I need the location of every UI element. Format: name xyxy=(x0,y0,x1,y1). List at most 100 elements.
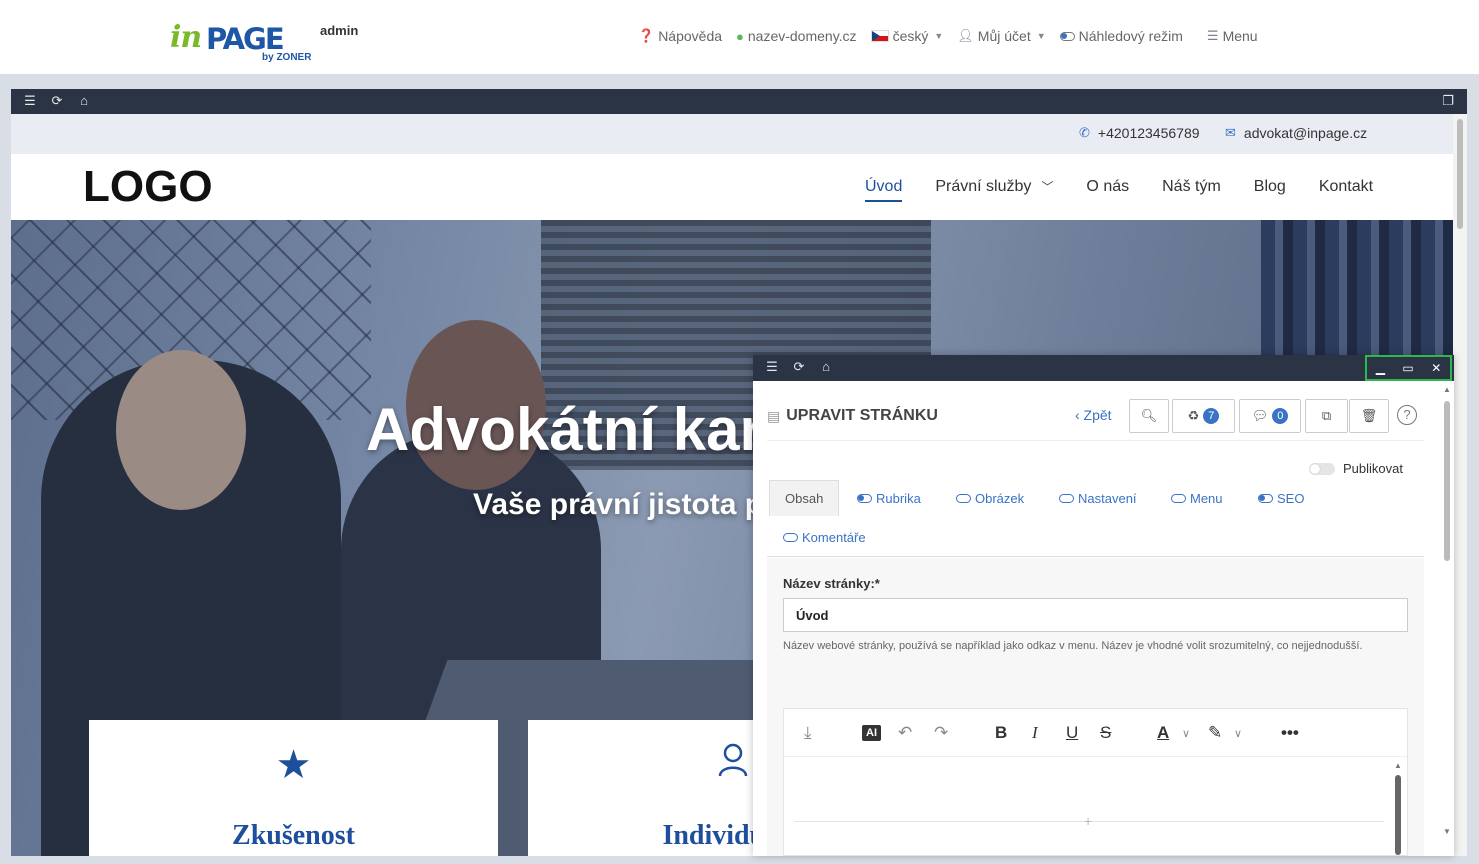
download-icon[interactable]: ⤓ xyxy=(804,723,812,743)
underline-icon[interactable]: U xyxy=(1066,723,1078,743)
redo-icon[interactable]: ↷ xyxy=(934,723,948,743)
rte-toolbar: ⤓ AI ↶ ↷ B I U S A ∨ ✎ ∨ ••• xyxy=(784,709,1407,757)
nav-item-blog[interactable]: Blog xyxy=(1254,178,1286,202)
tab-komentare[interactable]: Komentáře xyxy=(783,530,866,545)
site-header: LOGO Úvod Právní služby ﹀ O nás Náš tým B… xyxy=(11,154,1453,220)
help-label: Nápověda xyxy=(658,28,723,44)
page-name-input[interactable] xyxy=(783,598,1408,632)
comments-icon: 💬︎ xyxy=(1251,408,1269,423)
chevron-down-icon[interactable]: ∨ xyxy=(1234,727,1242,740)
tab-obrazek[interactable]: Obrázek xyxy=(956,491,1024,506)
bars-icon[interactable]: ☰ xyxy=(763,359,781,375)
scrollbar-thumb[interactable] xyxy=(1444,401,1450,561)
email-address: advokat@inpage.cz xyxy=(1243,125,1368,141)
minimize-icon[interactable]: ▁ xyxy=(1376,361,1385,375)
scroll-up-icon[interactable]: ▲ xyxy=(1394,761,1402,770)
maximize-icon[interactable]: ▭ xyxy=(1402,361,1413,375)
highlighter-icon[interactable]: ✎ xyxy=(1208,723,1222,743)
account-dropdown[interactable]: 👤︎ Můj účet ▼ xyxy=(957,28,1045,44)
plus-icon[interactable]: + xyxy=(1084,813,1092,829)
site-logo[interactable]: LOGO xyxy=(83,162,213,212)
font-color-icon[interactable]: A xyxy=(1157,723,1169,743)
recycle-button[interactable]: ♻ 7 xyxy=(1172,399,1235,433)
tab-label: Komentáře xyxy=(802,530,866,545)
search-button[interactable]: 🔍︎ xyxy=(1129,399,1169,433)
nav-item-kontakt[interactable]: Kontakt xyxy=(1319,178,1373,202)
undo-icon[interactable]: ↶ xyxy=(898,723,912,743)
scroll-up-icon[interactable]: ▲ xyxy=(1443,385,1451,394)
editor-scrollbar[interactable]: ▲ ▼ xyxy=(1440,381,1454,856)
tab-label: Rubrika xyxy=(876,491,921,506)
strikethrough-icon[interactable]: S xyxy=(1100,723,1111,743)
tab-label: Nastavení xyxy=(1078,491,1137,506)
help-icon[interactable]: ? xyxy=(1397,405,1417,425)
editor-window-bar: ☰ ⟳ ⌂ ▁ ▭ ✕ xyxy=(753,355,1454,381)
domain-label: nazev-domeny.cz xyxy=(747,28,857,44)
email-contact[interactable]: ✉ advokat@inpage.cz xyxy=(1225,125,1367,141)
close-icon[interactable]: ✕ xyxy=(1431,361,1441,375)
phone-contact[interactable]: ✆ +420123456789 xyxy=(1079,125,1200,141)
refresh-icon[interactable]: ⟳ xyxy=(48,93,66,109)
home-icon[interactable]: ⌂ xyxy=(817,359,835,374)
publish-toggle[interactable]: Publikovat xyxy=(1309,461,1403,476)
toggle-off-icon xyxy=(783,533,798,542)
caret-down-icon: ▼ xyxy=(1036,31,1046,41)
scrollbar-thumb[interactable] xyxy=(1457,119,1463,229)
publish-label: Publikovat xyxy=(1343,461,1403,476)
nav-item-o-nas[interactable]: O nás xyxy=(1086,178,1129,202)
home-icon[interactable]: ⌂ xyxy=(75,93,93,108)
refresh-icon[interactable]: ⟳ xyxy=(790,359,808,375)
tab-nastaveni[interactable]: Nastavení xyxy=(1059,491,1137,506)
comments-button[interactable]: 💬︎ 0 xyxy=(1239,399,1301,433)
more-icon[interactable]: ••• xyxy=(1281,723,1299,743)
bars-icon[interactable]: ☰ xyxy=(21,93,39,109)
editor-title: UPRAVIT STRÁNKU xyxy=(786,407,938,424)
tab-menu[interactable]: Menu xyxy=(1171,491,1223,506)
menu-button[interactable]: ☰ Menu xyxy=(1207,28,1258,44)
hero-title: Advokátní kar xyxy=(366,396,763,463)
ai-button[interactable]: AI xyxy=(862,725,881,741)
tab-rubrika[interactable]: Rubrika xyxy=(857,491,921,506)
page-name-hint: Název webové stránky, používá se napříkl… xyxy=(783,640,1363,652)
nav-item-label: Právní služby xyxy=(935,178,1032,195)
phone-number: +420123456789 xyxy=(1097,125,1200,141)
copy-button[interactable]: ⧉ xyxy=(1305,399,1348,433)
language-label: český xyxy=(892,28,929,44)
scroll-down-icon[interactable]: ▼ xyxy=(1443,827,1451,836)
account-label: Můj účet xyxy=(977,28,1031,44)
site-contact-bar: ✆ +420123456789 ✉ advokat@inpage.cz xyxy=(11,114,1453,154)
nav-item-pravni-sluzby[interactable]: Právní služby ﹀ xyxy=(935,178,1053,202)
nav-item-uvod[interactable]: Úvod xyxy=(865,178,903,202)
language-dropdown[interactable]: český ▼ xyxy=(870,28,943,44)
rich-text-editor[interactable]: ⤓ AI ↶ ↷ B I U S A ∨ ✎ ∨ ••• + ▲ xyxy=(783,708,1408,856)
edit-page-panel: ☰ ⟳ ⌂ ▁ ▭ ✕ ▤ UPRAVIT STRÁNKU ‹ Zpět 🔍︎ … xyxy=(753,355,1454,856)
scrollbar-thumb[interactable] xyxy=(1395,775,1401,855)
toggle-icon xyxy=(1059,31,1075,41)
admin-top-nav: ❓ Nápověda ● nazev-domeny.cz český ▼ 👤︎ … xyxy=(638,28,1258,44)
preview-scrollbar[interactable] xyxy=(1453,114,1467,856)
tab-obsah[interactable]: Obsah xyxy=(769,480,840,516)
toggle-switch[interactable] xyxy=(1309,462,1335,475)
help-link[interactable]: ❓ Nápověda xyxy=(638,28,722,44)
tab-label: Menu xyxy=(1190,491,1223,506)
delete-button[interactable]: 🗑︎ xyxy=(1349,399,1389,433)
back-link[interactable]: ‹ Zpět xyxy=(1075,407,1112,423)
tab-label: SEO xyxy=(1277,491,1305,506)
domain-link[interactable]: ● nazev-domeny.cz xyxy=(736,28,857,44)
chevron-down-icon[interactable]: ∨ xyxy=(1182,727,1190,740)
logo-in: in xyxy=(170,20,202,55)
preview-mode-toggle[interactable]: Náhledový režim xyxy=(1059,28,1183,44)
nav-item-nas-tym[interactable]: Náš tým xyxy=(1162,178,1221,202)
hero-person-man-head xyxy=(116,350,246,510)
envelope-icon: ✉ xyxy=(1225,125,1236,140)
tab-seo[interactable]: SEO xyxy=(1258,491,1304,506)
star-icon: ★ xyxy=(275,743,312,787)
czech-flag-icon xyxy=(870,30,889,42)
bold-icon[interactable]: B xyxy=(995,723,1007,743)
restore-window-icon[interactable]: ❐ xyxy=(1439,93,1457,109)
inpage-logo[interactable]: in PAGE admin by ZONER xyxy=(170,18,370,66)
rte-scrollbar[interactable]: ▲ xyxy=(1393,761,1403,856)
editor-heading: ▤ UPRAVIT STRÁNKU xyxy=(767,407,938,425)
italic-icon[interactable]: I xyxy=(1032,723,1038,743)
content-form: Název stránky:* Název webové stránky, po… xyxy=(767,558,1424,856)
